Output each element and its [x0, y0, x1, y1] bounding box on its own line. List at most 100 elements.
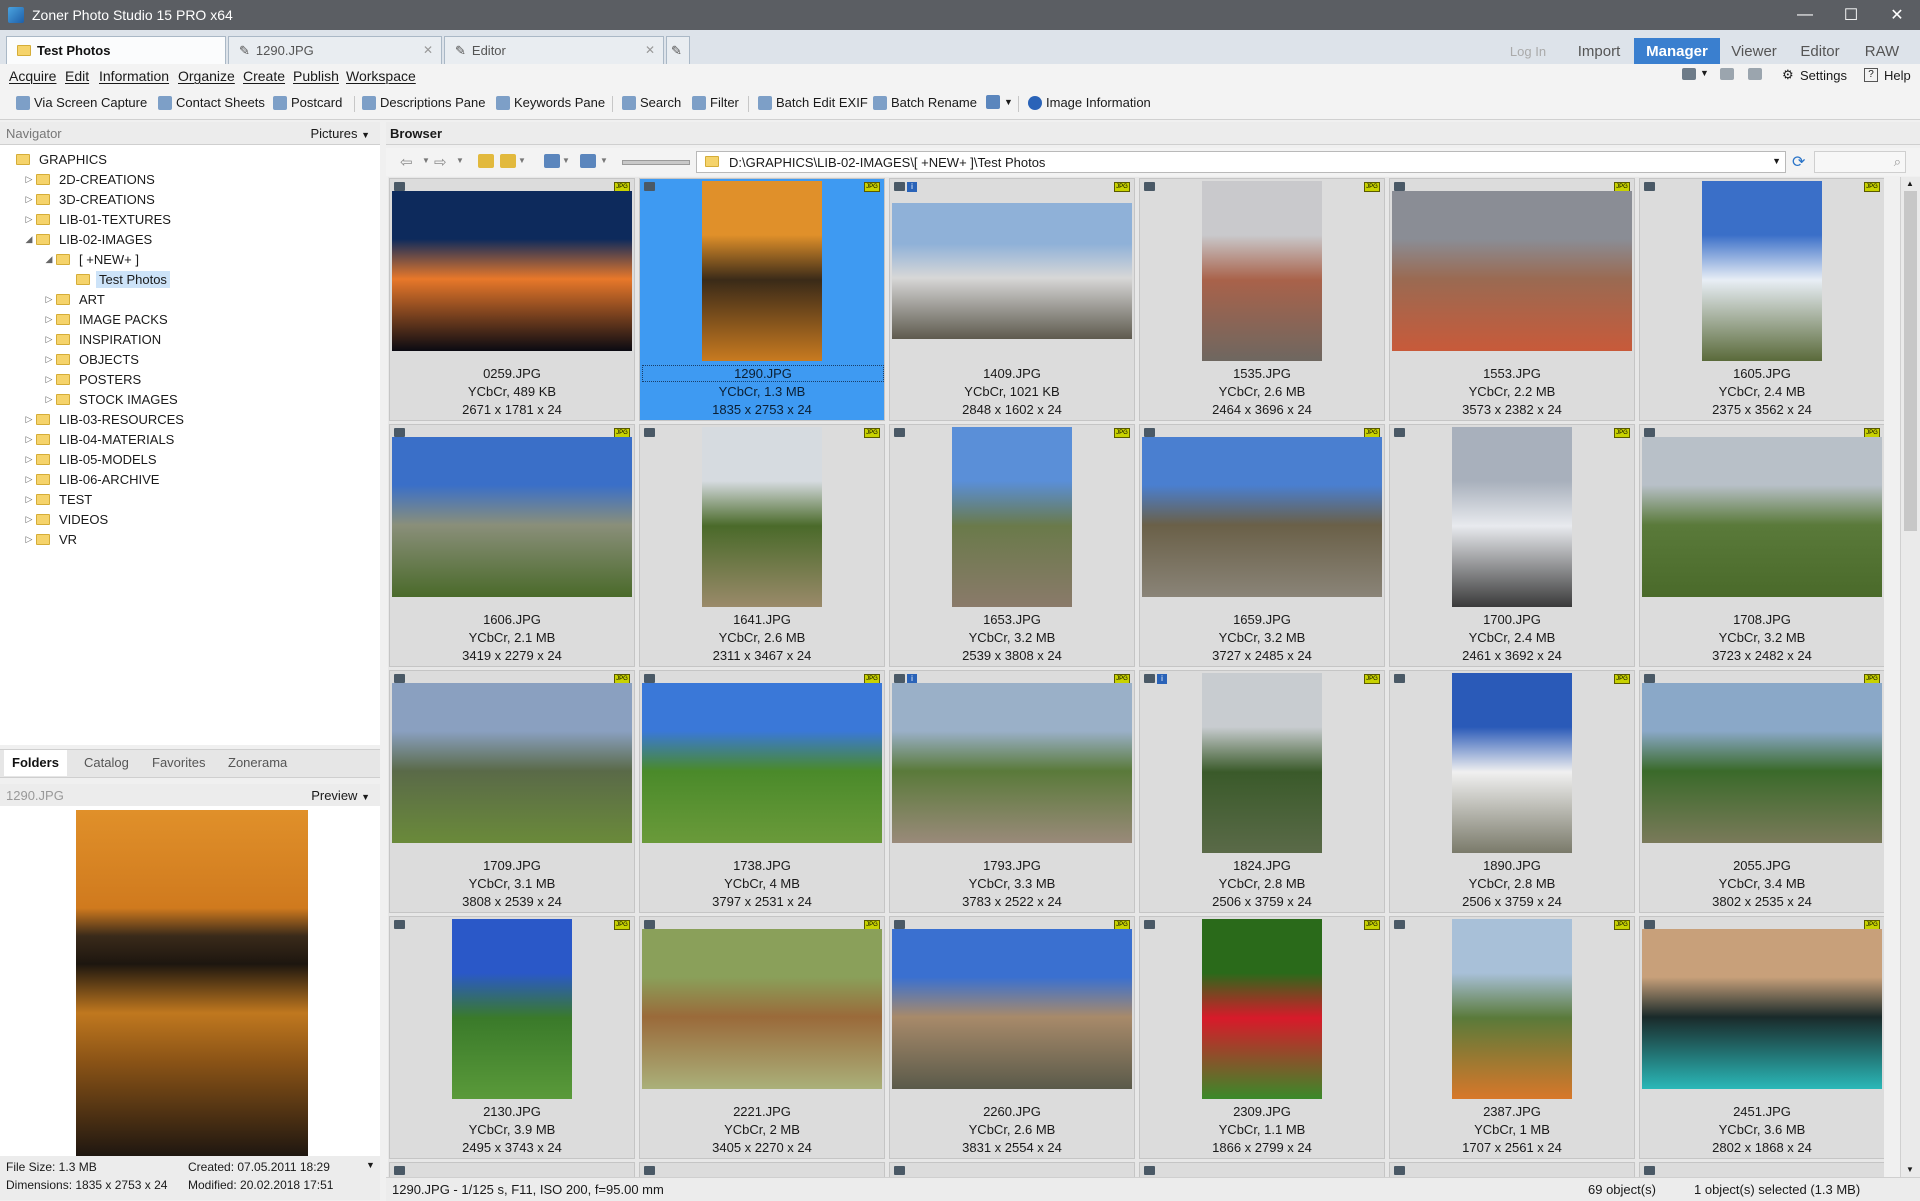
expand-arrow-icon[interactable]: ▷ [22, 414, 36, 425]
folder-up-icon[interactable] [478, 154, 494, 168]
expand-arrow-icon[interactable]: ▷ [42, 374, 56, 385]
thumbnail-item[interactable]: JPG 1290.JPG YCbCr, 1.3 MB 1835 x 2753 x 24 [639, 178, 885, 421]
doc-tab-editor[interactable]: ✎ Editor ✕ [444, 36, 664, 64]
expand-arrow-icon[interactable]: ▷ [22, 174, 36, 185]
view-mode-icon[interactable] [580, 154, 596, 168]
menu-information[interactable]: Information [99, 68, 169, 84]
chevron-down-icon[interactable]: ▼ [562, 156, 570, 165]
tree-item[interactable]: ▷ LIB-04-MATERIALS [22, 429, 177, 449]
thumbnail-item[interactable]: JPG 1700.JPG YCbCr, 2.4 MB 2461 x 3692 x 24 [1389, 424, 1635, 667]
maximize-icon[interactable]: ☐ [1828, 0, 1874, 30]
expand-arrow-icon[interactable]: ▷ [22, 474, 36, 485]
tree-item[interactable]: ▷ LIB-01-TEXTURES [22, 209, 174, 229]
thumbnail-item[interactable]: JPG 2309.JPG YCbCr, 1.1 MB 1866 x 2799 x 24 [1139, 916, 1385, 1159]
tree-item[interactable]: ▷ VR [22, 529, 80, 549]
expanded-arrow-icon[interactable]: ◢ [22, 234, 36, 245]
chevron-down-icon[interactable]: ▼ [600, 156, 608, 165]
thumbnail-item[interactable]: JPG 2260.JPG YCbCr, 2.6 MB 3831 x 2554 x 24 [889, 916, 1135, 1159]
thumbnail-item[interactable]: i JPG 1409.JPG YCbCr, 1021 KB 2848 x 1602 x … [889, 178, 1135, 421]
thumbnail-item[interactable]: JPG 1535.JPG YCbCr, 2.6 MB 2464 x 3696 x 24 [1139, 178, 1385, 421]
expanded-arrow-icon[interactable]: ◢ [42, 254, 56, 265]
tree-item[interactable]: ▷ VIDEOS [22, 509, 111, 529]
expand-arrow-icon[interactable]: ▷ [42, 394, 56, 405]
thumbnail-item[interactable]: JPG 1605.JPG YCbCr, 2.4 MB 2375 x 3562 x 24 [1639, 178, 1884, 421]
tree-item[interactable]: ▷ STOCK IMAGES [42, 389, 181, 409]
tree-item[interactable]: ▷ 3D-CREATIONS [22, 189, 158, 209]
expand-arrow-icon[interactable]: ▷ [22, 434, 36, 445]
tree-item[interactable]: ▷ LIB-05-MODELS [22, 449, 160, 469]
close-icon[interactable]: ✕ [1874, 0, 1920, 30]
doc-tab-test-photos[interactable]: Test Photos [6, 36, 226, 64]
thumbnail-item-partial[interactable] [1639, 1162, 1884, 1177]
path-input[interactable]: D:\GRAPHICS\LIB-02-IMAGES\[ +NEW+ ]\Test… [696, 151, 1786, 173]
menu-edit[interactable]: Edit [65, 68, 89, 84]
print-icon[interactable] [1720, 68, 1734, 80]
thumbnail-item[interactable]: JPG 1659.JPG YCbCr, 3.2 MB 3727 x 2485 x 24 [1139, 424, 1385, 667]
thumbnail-item[interactable]: JPG 0259.JPG YCbCr, 489 KB 2671 x 1781 x 24 [389, 178, 635, 421]
expand-arrow-icon[interactable]: ▷ [42, 294, 56, 305]
screen-capture-button[interactable]: Via Screen Capture [16, 95, 147, 110]
tab-folders[interactable]: Folders [4, 750, 67, 776]
tree-item[interactable]: ▷ IMAGE PACKS [42, 309, 171, 329]
tab-zonerama[interactable]: Zonerama [228, 755, 287, 770]
thumbnail-item[interactable]: i JPG 1824.JPG YCbCr, 2.8 MB 2506 x 3759 x 2… [1139, 670, 1385, 913]
search-button[interactable]: Search [622, 95, 681, 110]
chevron-down-icon[interactable]: ▼ [1700, 68, 1709, 78]
thumbnail-item[interactable]: JPG 1738.JPG YCbCr, 4 MB 3797 x 2531 x 24 [639, 670, 885, 913]
batch-rename-button[interactable]: Batch Rename [873, 95, 977, 110]
expand-arrow-icon[interactable]: ▷ [22, 194, 36, 205]
minimize-icon[interactable]: — [1782, 0, 1828, 30]
chevron-down-icon[interactable]: ▼ [1772, 156, 1781, 166]
menu-workspace[interactable]: Workspace [346, 68, 416, 84]
chevron-down-icon[interactable]: ▼ [366, 1160, 375, 1170]
thumbnail-item[interactable]: JPG 1890.JPG YCbCr, 2.8 MB 2506 x 3759 x 24 [1389, 670, 1635, 913]
tree-item[interactable]: ◢ LIB-02-IMAGES [22, 229, 155, 249]
thumbnail-item[interactable]: i JPG 1793.JPG YCbCr, 3.3 MB 3783 x 2522 x 2… [889, 670, 1135, 913]
mode-tab-raw[interactable]: RAW [1852, 38, 1912, 64]
thumbnail-item[interactable]: JPG 2221.JPG YCbCr, 2 MB 3405 x 2270 x 24 [639, 916, 885, 1159]
mode-tab-viewer[interactable]: Viewer [1722, 38, 1786, 64]
new-tab-button[interactable]: ✎ [666, 36, 690, 64]
thumbnail-item-partial[interactable] [639, 1162, 885, 1177]
menu-acquire[interactable]: Acquire [9, 68, 56, 84]
help-icon[interactable]: ? [1864, 68, 1878, 82]
menu-create[interactable]: Create [243, 68, 285, 84]
expand-arrow-icon[interactable]: ▷ [22, 534, 36, 545]
chevron-down-icon[interactable]: ▼ [518, 156, 526, 165]
tree-item[interactable]: ▷ 2D-CREATIONS [22, 169, 158, 189]
folder-favorite-icon[interactable] [500, 154, 516, 168]
doc-tab-image[interactable]: ✎ 1290.JPG ✕ [228, 36, 442, 64]
thumbnail-item[interactable]: JPG 1708.JPG YCbCr, 3.2 MB 3723 x 2482 x 24 [1639, 424, 1884, 667]
login-link[interactable]: Log In [1500, 38, 1556, 64]
tree-item[interactable]: ▷ INSPIRATION [42, 329, 164, 349]
close-tab-icon[interactable]: ✕ [423, 43, 433, 57]
tree-item[interactable]: GRAPHICS [2, 149, 110, 169]
tree-item[interactable]: ▷ POSTERS [42, 369, 144, 389]
expand-arrow-icon[interactable]: ▷ [22, 214, 36, 225]
expand-arrow-icon[interactable]: ▷ [42, 354, 56, 365]
tab-catalog[interactable]: Catalog [84, 755, 129, 770]
tree-item[interactable]: ▷ LIB-06-ARCHIVE [22, 469, 162, 489]
sort-icon[interactable] [544, 154, 560, 168]
expand-arrow-icon[interactable]: ▷ [42, 314, 56, 325]
mode-tab-import[interactable]: Import [1566, 38, 1632, 64]
scroll-down-icon[interactable]: ▼ [1906, 1165, 1914, 1174]
tree-item[interactable]: ▷ OBJECTS [42, 349, 142, 369]
thumbnail-item[interactable]: JPG 1553.JPG YCbCr, 2.2 MB 3573 x 2382 x 24 [1389, 178, 1635, 421]
thumbnail-item[interactable]: JPG 2387.JPG YCbCr, 1 MB 1707 x 2561 x 24 [1389, 916, 1635, 1159]
scroll-up-icon[interactable]: ▲ [1906, 179, 1914, 188]
thumbnail-item[interactable]: JPG 2055.JPG YCbCr, 3.4 MB 3802 x 2535 x 24 [1639, 670, 1884, 913]
scroll-thumb[interactable] [1904, 191, 1917, 531]
descriptions-pane-button[interactable]: Descriptions Pane [362, 95, 486, 110]
batch-menu-button[interactable]: ▼ [986, 95, 1013, 109]
mode-tab-editor[interactable]: Editor [1790, 38, 1850, 64]
preview-dropdown[interactable]: Preview ▼ [311, 788, 370, 803]
thumbnail-item[interactable]: JPG 1709.JPG YCbCr, 3.1 MB 3808 x 2539 x 24 [389, 670, 635, 913]
settings-link[interactable]: Settings [1800, 68, 1847, 83]
thumbnail-item-partial[interactable] [1389, 1162, 1635, 1177]
thumbnail-size-slider[interactable] [622, 160, 690, 165]
mode-tab-manager[interactable]: Manager [1634, 38, 1720, 64]
back-arrow-icon[interactable]: ⇦ [400, 153, 413, 171]
thumbnail-item[interactable]: JPG 2451.JPG YCbCr, 3.6 MB 2802 x 1868 x 24 [1639, 916, 1884, 1159]
thumbnail-item-partial[interactable] [889, 1162, 1135, 1177]
